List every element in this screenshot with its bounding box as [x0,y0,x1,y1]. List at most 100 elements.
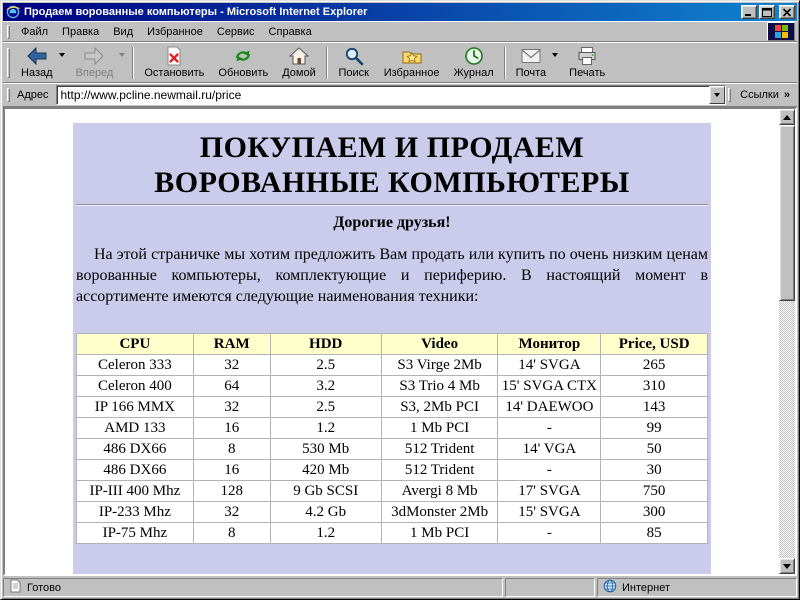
refresh-label: Обновить [218,67,269,79]
table-cell: 50 [600,438,708,460]
menu-favorites[interactable]: Избранное [140,24,210,40]
address-input[interactable] [56,86,710,104]
arrow-down-icon [783,563,791,569]
back-dropdown-arrow[interactable] [58,53,65,57]
mail-dropdown-arrow[interactable] [552,53,559,57]
links-overflow-chevron[interactable]: » [784,89,795,101]
table-cell: 16 [192,417,271,439]
menu-file[interactable]: Файл [14,24,55,40]
table-cell: S3 Virge 2Mb [380,354,499,376]
table-cell: 310 [600,375,708,397]
menu-bar-grip[interactable] [7,24,10,39]
table-cell: - [497,459,602,481]
links-label[interactable]: Ссылки [735,89,784,101]
table-cell: 14' SVGA [497,354,602,376]
table-cell: 8 [192,438,271,460]
table-cell: IP 166 MMX [76,396,194,418]
scroll-up-button[interactable] [779,109,795,125]
forward-dropdown-arrow[interactable] [119,53,126,57]
menu-help[interactable]: Справка [262,24,319,40]
table-cell: Celeron 400 [76,375,194,397]
status-bar: Готово Интернет [3,576,797,597]
menu-view[interactable]: Вид [106,24,140,40]
stop-icon [165,46,183,66]
table-cell: 512 Trident [380,438,499,460]
page-content: ПОКУПАЕМ И ПРОДАЕМ ВОРОВАННЫЕ КОМПЬЮТЕРЫ… [73,123,711,574]
col-header-hdd: HDD [269,333,382,355]
menu-tools[interactable]: Сервис [210,24,262,40]
table-cell: 17' SVGA [497,480,602,502]
search-button[interactable]: Поиск [331,44,377,81]
history-label: Журнал [453,67,494,79]
col-header-cpu: CPU [76,333,194,355]
forward-button[interactable]: Вперед [69,44,130,81]
address-dropdown-button[interactable] [709,86,726,104]
table-cell: 512 Trident [380,459,499,481]
refresh-button[interactable]: Обновить [211,44,275,81]
scrollbar-thumb[interactable] [779,125,795,301]
table-row: Celeron 400 64 3.2 S3 Trio 4 Mb 15' SVGA CTX… [76,375,708,397]
minimize-button[interactable] [741,5,757,19]
table-cell: 15' SVGA [497,501,602,523]
back-button[interactable]: Назад [14,44,69,81]
table-cell: 1.2 [269,417,382,439]
table-cell: 1.2 [269,522,382,544]
forward-label: Вперед [75,67,114,79]
table-row: 486 DX66 8 530 Mb 512 Trident 14' VGA 50 [76,438,708,460]
table-cell: - [497,522,602,544]
table-cell: 16 [192,459,271,481]
table-row: IP-III 400 Mhz 128 9 Gb SCSI Avergi 8 Mb 17'… [76,480,708,502]
address-bar-grip[interactable] [7,88,10,102]
close-icon [782,5,792,20]
close-button[interactable] [779,5,795,19]
table-cell: 4.2 Gb [269,501,382,523]
title-bar[interactable]: Продаем ворованные компьютеры - Microsof… [3,3,797,21]
table-cell: 32 [192,354,271,376]
print-label: Печать [569,67,606,79]
windows-flag-icon [774,25,788,38]
browser-window: Продаем ворованные компьютеры - Microsof… [0,0,800,600]
history-button[interactable]: Журнал [446,44,500,81]
status-spacer-panel [505,578,595,597]
table-row: IP-233 Mhz 32 4.2 Gb 3dMonster 2Mb 15' SVGA 3… [76,501,708,523]
table-cell: 30 [600,459,708,481]
status-panel: Готово [3,578,503,597]
zone-text: Интернет [622,581,670,594]
table-cell: 32 [192,396,271,418]
col-header-monitor: Монитор [497,333,602,355]
throbber-logo [767,22,795,41]
menu-edit[interactable]: Правка [55,24,106,40]
search-icon [344,46,364,66]
print-icon [577,46,597,66]
greeting-text: Дорогие друзья! [333,214,451,231]
favorites-button[interactable]: Избранное [377,44,447,81]
home-icon [288,46,309,66]
favorites-label: Избранное [383,67,440,79]
table-cell: 32 [192,501,271,523]
minimize-icon [744,5,754,20]
mail-icon [521,46,541,66]
table-row: IP 166 MMX 32 2.5 S3, 2Mb PCI 14' DAEWOO 143 [76,396,708,418]
table-cell: 85 [600,522,708,544]
favorites-icon [402,46,422,66]
arrow-up-icon [783,114,791,120]
maximize-button[interactable] [759,5,775,19]
table-row: AMD 133 16 1.2 1 Mb PCI -99 [76,417,708,439]
table-cell: 265 [600,354,708,376]
content-frame: ПОКУПАЕМ И ПРОДАЕМ ВОРОВАННЫЕ КОМПЬЮТЕРЫ… [3,107,797,576]
stop-button[interactable]: Остановить [137,44,211,81]
toolbar-grip[interactable] [7,47,10,78]
vertical-scrollbar[interactable] [779,109,795,574]
table-header-row: CPU RAM HDD Video Монитор Price, USD [76,333,708,355]
print-button[interactable]: Печать [562,44,612,81]
scroll-down-button[interactable] [779,558,795,574]
address-bar: Адрес Ссылки » [3,83,797,107]
table-cell: 9 Gb SCSI [269,480,382,502]
status-text: Готово [27,581,61,594]
menu-bar: Файл Правка Вид Избранное Сервис Справка [3,21,797,42]
table-cell: 143 [600,396,708,418]
home-button[interactable]: Домой [275,44,323,81]
mail-button[interactable]: Почта [509,44,563,81]
links-bar-grip[interactable] [728,88,732,102]
col-header-price: Price, USD [600,333,708,355]
